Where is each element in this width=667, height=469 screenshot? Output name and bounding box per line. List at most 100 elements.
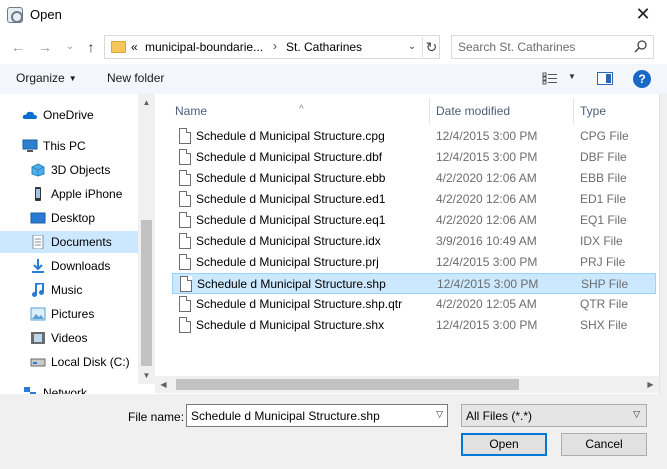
scroll-left-icon[interactable]: ◀ [155,376,172,393]
column-divider[interactable] [573,98,574,124]
column-header-name[interactable]: Name ^ [175,98,430,124]
file-name: Schedule d Municipal Structure.shp.qtr [196,297,403,311]
file-date: 4/2/2020 12:06 AM [436,192,537,206]
file-row-selected[interactable]: Schedule d Municipal Structure.shp 12/4/2… [172,273,656,294]
file-type: ED1 File [580,192,627,206]
file-type: QTR File [580,297,628,311]
file-name-label: File name: [128,410,185,424]
search-icon[interactable] [633,39,649,55]
file-name: Schedule d Municipal Structure.idx [196,234,381,248]
this-pc-icon [22,139,38,152]
column-header-type[interactable]: Type [580,98,660,124]
sidebar-item-label: This PC [43,139,86,153]
dialog-footer: File name: Schedule d Municipal Structur… [0,394,667,469]
sidebar-item-this-pc[interactable]: This PC [0,135,138,157]
scroll-right-icon[interactable]: ▶ [642,376,659,393]
column-divider[interactable] [429,98,430,124]
sidebar-item-apple-iphone[interactable]: Apple iPhone [0,183,138,205]
chevron-down-icon: ▼ [68,74,77,83]
title-bar: Open ✕ [0,0,667,30]
file-icon [179,191,191,207]
sidebar-item-desktop[interactable]: Desktop [0,207,138,229]
file-name-field[interactable]: Schedule d Municipal Structure.shp ▽ [186,404,448,427]
file-icon [179,254,191,270]
scroll-up-icon[interactable]: ▲ [138,94,155,111]
open-dialog-icon [7,7,23,23]
back-button[interactable]: ← [8,38,28,56]
forward-button[interactable]: → [35,38,55,56]
file-row[interactable]: Schedule d Municipal Structure.ebb 4/2/20… [172,168,656,189]
navigation-pane-scrollbar[interactable]: ▲ ▼ [138,94,155,384]
file-date: 3/9/2016 10:49 AM [436,234,537,248]
address-bar[interactable]: « municipal-boundarie... › St. Catharine… [104,35,440,59]
file-name-value[interactable]: Schedule d Municipal Structure.shp [191,409,380,423]
sidebar-item-3d-objects[interactable]: 3D Objects [0,159,138,181]
file-icon [179,170,191,186]
refresh-icon[interactable]: ↻ [422,37,440,57]
file-row[interactable]: Schedule d Municipal Structure.prj 12/4/2… [172,252,656,273]
sidebar-item-pictures[interactable]: Pictures [0,303,138,325]
pictures-icon [30,307,46,321]
view-options-chevron-icon[interactable]: ▼ [568,72,576,81]
change-view-icon[interactable] [542,72,558,85]
sidebar-item-downloads[interactable]: Downloads [0,255,138,277]
address-dropdown-icon[interactable]: ⌄ [404,39,420,55]
phone-icon [35,187,41,201]
cancel-button[interactable]: Cancel [561,433,647,456]
sidebar-item-music[interactable]: Music [0,279,138,301]
file-icon [180,276,192,292]
file-name: Schedule d Municipal Structure.dbf [196,150,383,164]
sidebar-item-documents[interactable]: Documents [0,231,138,253]
file-row[interactable]: Schedule d Municipal Structure.shx 12/4/2… [172,315,656,336]
file-row[interactable]: Schedule d Municipal Structure.ed1 4/2/20… [172,189,656,210]
sidebar-item-videos[interactable]: Videos [0,327,138,349]
organize-button[interactable]: Organize ▼ [16,71,77,85]
file-row[interactable]: Schedule d Municipal Structure.idx 3/9/20… [172,231,656,252]
up-button[interactable]: ↑ [81,38,101,56]
open-button[interactable]: Open [461,433,547,456]
new-folder-button[interactable]: New folder [107,71,164,85]
file-type: CPG File [580,129,629,143]
documents-icon [32,235,44,249]
file-name: Schedule d Municipal Structure.shp [197,277,386,291]
onedrive-icon [22,111,37,119]
file-row[interactable]: Schedule d Municipal Structure.shp.qtr 4/… [172,294,656,315]
file-date: 12/4/2015 3:00 PM [436,255,538,269]
file-type-filter-value: All Files (*.*) [466,409,533,423]
breadcrumb-separator-icon: › [273,39,277,53]
file-row[interactable]: Schedule d Municipal Structure.cpg 12/4/2… [172,126,656,147]
sidebar-item-onedrive[interactable]: OneDrive [0,104,138,126]
breadcrumb-overflow[interactable]: « [131,40,138,54]
sidebar-item-network[interactable]: Network [0,382,138,394]
scroll-down-icon[interactable]: ▼ [138,367,155,384]
search-box[interactable] [451,35,654,59]
sidebar-item-label: Videos [51,331,88,345]
search-input[interactable] [458,39,628,55]
file-date: 4/2/2020 12:05 AM [436,297,537,311]
sidebar-item-local-disk[interactable]: Local Disk (C:) [0,351,138,373]
file-name: Schedule d Municipal Structure.ebb [196,171,386,185]
breadcrumb-st-catharines[interactable]: St. Catharines [286,40,362,54]
file-row[interactable]: Schedule d Municipal Structure.eq1 4/2/20… [172,210,656,231]
column-header-date-modified[interactable]: Date modified [436,98,572,124]
file-icon [179,296,191,312]
close-button[interactable]: ✕ [628,2,658,26]
preview-pane-icon[interactable] [597,72,613,85]
file-type: EBB File [580,171,627,185]
file-row[interactable]: Schedule d Municipal Structure.dbf 12/4/2… [172,147,656,168]
recent-locations-button[interactable]: ⌄ [60,38,80,56]
scrollbar-thumb[interactable] [176,379,519,390]
sidebar-item-label: Downloads [51,259,111,273]
network-icon [24,387,36,394]
folder-icon [111,41,126,53]
scrollbar-thumb[interactable] [141,220,152,366]
breadcrumb-municipal-boundaries[interactable]: municipal-boundarie... [145,40,263,54]
chevron-down-icon[interactable]: ▽ [633,409,640,420]
file-list[interactable]: Name ^ Date modified Type Schedule d Mun… [170,94,667,394]
file-list-horizontal-scrollbar[interactable]: ◀ ▶ [155,376,659,393]
navigation-pane[interactable]: OneDrive This PC 3D Objects Apple iPhone… [0,94,155,394]
help-icon[interactable]: ? [633,70,651,88]
chevron-down-icon[interactable]: ▽ [436,409,443,420]
file-type: PRJ File [580,255,626,269]
file-type-filter[interactable]: All Files (*.*) ▽ [461,404,647,427]
